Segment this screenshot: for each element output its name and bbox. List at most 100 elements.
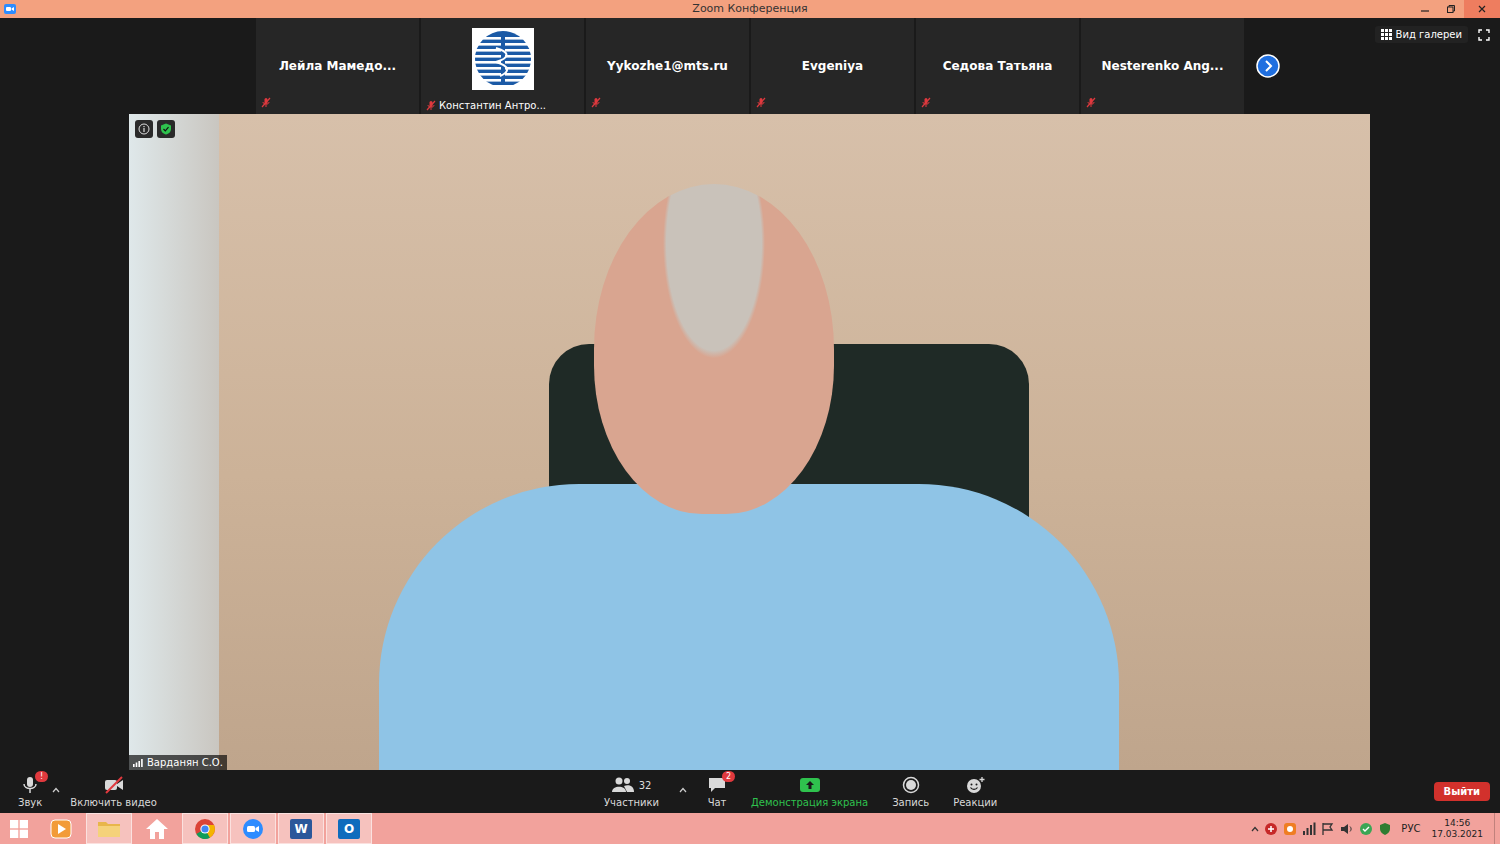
start-button[interactable] <box>0 813 38 844</box>
folder-icon <box>97 819 121 839</box>
app-glyph: W <box>294 823 307 835</box>
shield-icon <box>160 123 172 135</box>
app-tray-icon[interactable] <box>1283 822 1297 836</box>
info-icon <box>138 123 150 135</box>
participant-name: Константин Антро... <box>439 100 546 111</box>
zoom-logo-icon <box>4 4 16 14</box>
participant-tile[interactable]: Седова Татьяна <box>916 18 1079 114</box>
toolbar-button[interactable]: Включить видео <box>66 775 161 808</box>
participant-tile[interactable]: Yykozhe1@mts.ru <box>586 18 749 114</box>
participant-tile[interactable]: Лейла Мамедо... <box>256 18 419 114</box>
antivirus-icon[interactable] <box>1264 822 1278 836</box>
participant-tile[interactable]: Константин Антро... <box>421 18 584 114</box>
toolbar-center: 32Участники 2 Чат Демонстрация экрана Запись… <box>600 775 1001 808</box>
taskbar-app[interactable] <box>182 813 228 844</box>
toolbar-button[interactable]: ! Звук <box>14 775 46 808</box>
next-page-button[interactable] <box>1256 54 1280 78</box>
windows-logo-icon <box>10 820 28 838</box>
show-desktop-button[interactable] <box>1494 813 1500 844</box>
meeting-area: Лейла Мамедо... Константин Антро... Yykozh… <box>0 18 1500 813</box>
notification-badge: ! <box>35 771 48 782</box>
participant-footer: Константин Антро... <box>426 100 546 111</box>
participant-tile[interactable]: Nesterenko Ang... <box>1081 18 1244 114</box>
restore-button[interactable] <box>1438 0 1464 18</box>
clock-time: 14:56 <box>1444 818 1470 829</box>
participant-name: Лейла Мамедо... <box>275 59 400 73</box>
toolbar-label: Демонстрация экрана <box>751 797 868 808</box>
office-app-icon: O <box>338 819 360 839</box>
muted-mic-icon <box>426 100 436 111</box>
signal-icon <box>133 759 143 767</box>
security-icon[interactable] <box>1359 822 1373 836</box>
toolbar-button[interactable]: 32Участники <box>600 775 663 808</box>
tool-icon-wrap: 2 <box>707 775 727 795</box>
window-frame <box>129 114 219 770</box>
person-shirt <box>379 484 1119 770</box>
meeting-toolbar: ! Звук Включить видео 32Участники 2 Чат Демонс… <box>0 770 1500 813</box>
toolbar-label: Участники <box>604 797 659 808</box>
muted-mic-icon <box>261 97 271 108</box>
info-button[interactable] <box>135 120 153 138</box>
participant-name: Yykozhe1@mts.ru <box>603 59 732 73</box>
fullscreen-button[interactable] <box>1478 29 1490 41</box>
participants-icon <box>612 776 634 794</box>
taskbar-app[interactable]: W <box>278 813 324 844</box>
person-head <box>594 184 834 514</box>
participant-name: Седова Татьяна <box>939 59 1057 73</box>
record-icon <box>902 776 920 794</box>
volume-icon[interactable] <box>1340 822 1354 836</box>
toolbar-label: Звук <box>18 797 42 808</box>
shield-check-icon[interactable] <box>1378 822 1392 836</box>
taskbar-app[interactable] <box>86 813 132 844</box>
app-glyph: O <box>344 823 354 835</box>
close-icon <box>1477 4 1487 14</box>
taskbar-app[interactable] <box>134 813 180 844</box>
zoom-app-icon <box>242 818 264 840</box>
video-off-icon <box>103 775 125 795</box>
restore-icon <box>1446 4 1456 14</box>
network-bars-icon[interactable] <box>1302 822 1316 836</box>
close-button[interactable] <box>1464 0 1500 18</box>
tool-icon-wrap <box>902 775 920 795</box>
toolbar-label: Включить видео <box>70 797 157 808</box>
clock-date: 17.03.2021 <box>1431 829 1483 840</box>
title-bar: Zoom Конференция <box>0 0 1500 18</box>
window-controls <box>1412 0 1500 18</box>
speaker-video: Варданян С.О. <box>129 114 1370 770</box>
tool-icon-wrap: ! <box>20 775 40 795</box>
minimize-button[interactable] <box>1412 0 1438 18</box>
reactions-icon <box>965 776 985 794</box>
office-app-icon: W <box>290 819 312 839</box>
muted-mic-icon <box>921 97 931 108</box>
toolbar-label: Реакции <box>953 797 997 808</box>
window-title: Zoom Конференция <box>0 0 1500 18</box>
participant-name: Evgeniya <box>798 59 867 73</box>
tool-icon-wrap <box>103 775 125 795</box>
caret-up-icon[interactable] <box>52 787 60 793</box>
gallery-view-label: Вид галереи <box>1396 29 1462 40</box>
minimize-icon <box>1420 4 1430 14</box>
flag-icon[interactable] <box>1321 822 1335 836</box>
toolbar-button[interactable]: Демонстрация экрана <box>747 775 872 808</box>
tray-expand-icon[interactable] <box>1251 826 1259 832</box>
taskbar-app[interactable] <box>38 813 84 844</box>
participant-tile[interactable]: Evgeniya <box>751 18 914 114</box>
leave-button[interactable]: Выйти <box>1434 782 1490 801</box>
clock[interactable]: 14:5617.03.2021 <box>1425 818 1489 840</box>
toolbar-button[interactable]: 2 Чат <box>703 775 731 808</box>
caret-up-icon[interactable] <box>679 787 687 793</box>
input-language[interactable]: РУС <box>1401 823 1420 834</box>
zoom-screen: Zoom Конференция Лейла Мамедо... Константи… <box>0 0 1500 844</box>
taskbar-app[interactable] <box>230 813 276 844</box>
encryption-button[interactable] <box>157 120 175 138</box>
chrome-icon <box>194 818 216 840</box>
tool-icon-wrap <box>965 775 985 795</box>
toolbar-label: Чат <box>708 797 727 808</box>
gallery-view-button[interactable]: Вид галереи <box>1375 26 1468 43</box>
taskbar-app[interactable]: O <box>326 813 372 844</box>
toolbar-button[interactable]: Запись <box>888 775 933 808</box>
chevron-right-icon <box>1256 54 1280 78</box>
toolbar-left: ! Звук Включить видео <box>0 775 600 808</box>
toolbar-button[interactable]: Реакции <box>949 775 1001 808</box>
taskbar: W O РУС 14:5617.03.2021 <box>0 813 1500 844</box>
